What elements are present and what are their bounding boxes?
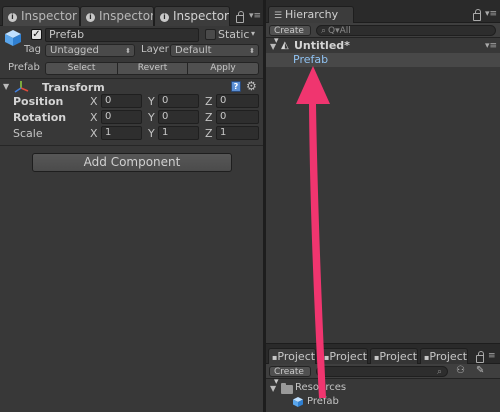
tab-inspector-1[interactable]: i Inspector bbox=[2, 6, 80, 26]
scale-x-field[interactable]: 1 bbox=[101, 126, 142, 140]
chevron-updown-icon: ⬍ bbox=[249, 47, 255, 55]
chevron-updown-icon: ⬍ bbox=[125, 47, 131, 55]
inspector-panel: i Inspector i Inspector i Inspector ▾≡ ✓ Pr… bbox=[0, 0, 263, 412]
tab-hierarchy[interactable]: ☰ Hierarchy bbox=[268, 6, 354, 23]
scale-z-field[interactable]: 1 bbox=[216, 126, 259, 140]
static-label: Static bbox=[218, 28, 250, 41]
project-panel: ▪Project ▪Project ▪Project ▪Project ≡ Cr… bbox=[266, 343, 500, 412]
transform-title: Transform bbox=[42, 81, 105, 94]
axis-x-label[interactable]: X bbox=[90, 95, 98, 108]
scale-y-field[interactable]: 1 bbox=[158, 126, 199, 140]
filter-by-type-icon[interactable]: ⚇ bbox=[456, 365, 465, 376]
project-create-button[interactable]: Create ▾ bbox=[269, 366, 311, 387]
divider bbox=[0, 78, 263, 79]
axis-x-label[interactable]: X bbox=[90, 127, 98, 140]
hierarchy-search-input[interactable]: ⌕ Q▾All bbox=[316, 25, 496, 36]
axis-y-label[interactable]: Y bbox=[148, 127, 155, 140]
rotation-x-field[interactable]: 0 bbox=[101, 110, 142, 124]
active-checkbox[interactable]: ✓ bbox=[31, 29, 42, 40]
divider bbox=[0, 145, 263, 146]
hierarchy-toolbar: Create ▾ ⌕ Q▾All bbox=[266, 23, 500, 46]
tab-project-2[interactable]: ▪Project bbox=[320, 348, 368, 365]
hierarchy-tab-bar: ☰ Hierarchy ▾≡ bbox=[266, 0, 500, 23]
layer-label: Layer bbox=[141, 44, 169, 55]
panel-menu-icon[interactable]: ▾≡ bbox=[249, 12, 261, 21]
project-toolbar: Create ▾ ⌕ ⚇ ✎ bbox=[266, 364, 500, 387]
object-name-field[interactable]: Prefab bbox=[45, 28, 199, 42]
panel-menu-icon[interactable]: ≡ bbox=[488, 352, 496, 361]
list-item[interactable]: Prefab bbox=[266, 53, 500, 67]
static-checkbox[interactable] bbox=[205, 29, 216, 40]
hierarchy-create-button[interactable]: Create ▾ bbox=[269, 25, 311, 46]
tab-project-4[interactable]: ▪Project bbox=[420, 348, 468, 365]
axis-z-label[interactable]: Z bbox=[205, 127, 213, 140]
prefab-cube-icon bbox=[292, 396, 304, 408]
search-icon: ⌕ bbox=[321, 26, 327, 36]
axis-z-label[interactable]: Z bbox=[205, 95, 213, 108]
collapse-triangle-icon[interactable]: ▼ bbox=[270, 384, 276, 393]
layer-dropdown[interactable]: Default ⬍ bbox=[170, 44, 259, 57]
tag-dropdown[interactable]: Untagged ⬍ bbox=[45, 44, 135, 57]
inspector-tab-bar: i Inspector i Inspector i Inspector ▾≡ bbox=[0, 0, 263, 26]
folder-icon bbox=[281, 383, 293, 394]
tag-label: Tag bbox=[24, 44, 41, 55]
help-book-icon[interactable]: ? bbox=[231, 81, 241, 92]
static-dropdown-arrow-icon[interactable]: ▾ bbox=[251, 29, 255, 38]
project-tab-bar: ▪Project ▪Project ▪Project ▪Project ≡ bbox=[266, 343, 500, 365]
gameobject-cube-icon bbox=[4, 29, 21, 46]
project-folder-resources[interactable]: Resources bbox=[295, 382, 346, 393]
prefab-revert-button[interactable]: Revert bbox=[117, 62, 188, 75]
add-component-button[interactable]: Add Component bbox=[32, 153, 232, 172]
axis-y-label[interactable]: Y bbox=[148, 95, 155, 108]
info-icon: i bbox=[86, 13, 95, 22]
list-icon: ☰ bbox=[274, 11, 285, 21]
position-x-field[interactable]: 0 bbox=[101, 94, 142, 108]
scene-menu-icon[interactable]: ▾≡ bbox=[485, 42, 497, 51]
rotation-label: Rotation bbox=[13, 111, 67, 124]
filter-by-label-icon[interactable]: ✎ bbox=[476, 365, 484, 376]
collapse-triangle-icon[interactable]: ▼ bbox=[270, 42, 276, 51]
rotation-z-field[interactable]: 0 bbox=[216, 110, 259, 124]
scene-name[interactable]: Untitled* bbox=[294, 39, 350, 52]
lock-icon[interactable] bbox=[476, 351, 484, 363]
tab-inspector-2[interactable]: i Inspector bbox=[80, 6, 154, 26]
rotation-y-field[interactable]: 0 bbox=[158, 110, 199, 124]
hierarchy-panel: ☰ Hierarchy ▾≡ Create ▾ ⌕ Q▾All ▼ ◭ Untit… bbox=[266, 0, 500, 343]
prefab-label: Prefab bbox=[8, 62, 40, 73]
gear-icon[interactable]: ⚙ bbox=[246, 79, 257, 93]
axis-x-label[interactable]: X bbox=[90, 111, 98, 124]
transform-axes-icon bbox=[14, 80, 30, 94]
collapse-triangle-icon[interactable]: ▼ bbox=[3, 82, 9, 91]
prefab-apply-button[interactable]: Apply bbox=[187, 62, 259, 75]
lock-icon[interactable] bbox=[473, 9, 481, 21]
tab-inspector-3[interactable]: i Inspector bbox=[154, 6, 230, 26]
info-icon: i bbox=[8, 13, 17, 22]
panel-menu-icon[interactable]: ▾≡ bbox=[485, 10, 497, 19]
position-y-field[interactable]: 0 bbox=[158, 94, 199, 108]
prefab-select-button[interactable]: Select bbox=[45, 62, 118, 75]
axis-y-label[interactable]: Y bbox=[148, 111, 155, 124]
position-label: Position bbox=[13, 95, 64, 108]
project-prefab-asset[interactable]: Prefab bbox=[307, 396, 339, 407]
axis-z-label[interactable]: Z bbox=[205, 111, 213, 124]
lock-icon[interactable] bbox=[236, 11, 244, 23]
scale-label: Scale bbox=[13, 127, 43, 140]
info-icon: i bbox=[160, 13, 169, 22]
tab-project-1[interactable]: ▪Project bbox=[268, 348, 316, 365]
search-icon: ⌕ bbox=[436, 367, 442, 377]
position-z-field[interactable]: 0 bbox=[216, 94, 259, 108]
unity-scene-icon: ◭ bbox=[281, 40, 289, 51]
tab-project-3[interactable]: ▪Project bbox=[370, 348, 418, 365]
hierarchy-prefab-item[interactable]: Prefab bbox=[293, 53, 328, 66]
project-search-input[interactable]: ⌕ bbox=[316, 366, 448, 377]
